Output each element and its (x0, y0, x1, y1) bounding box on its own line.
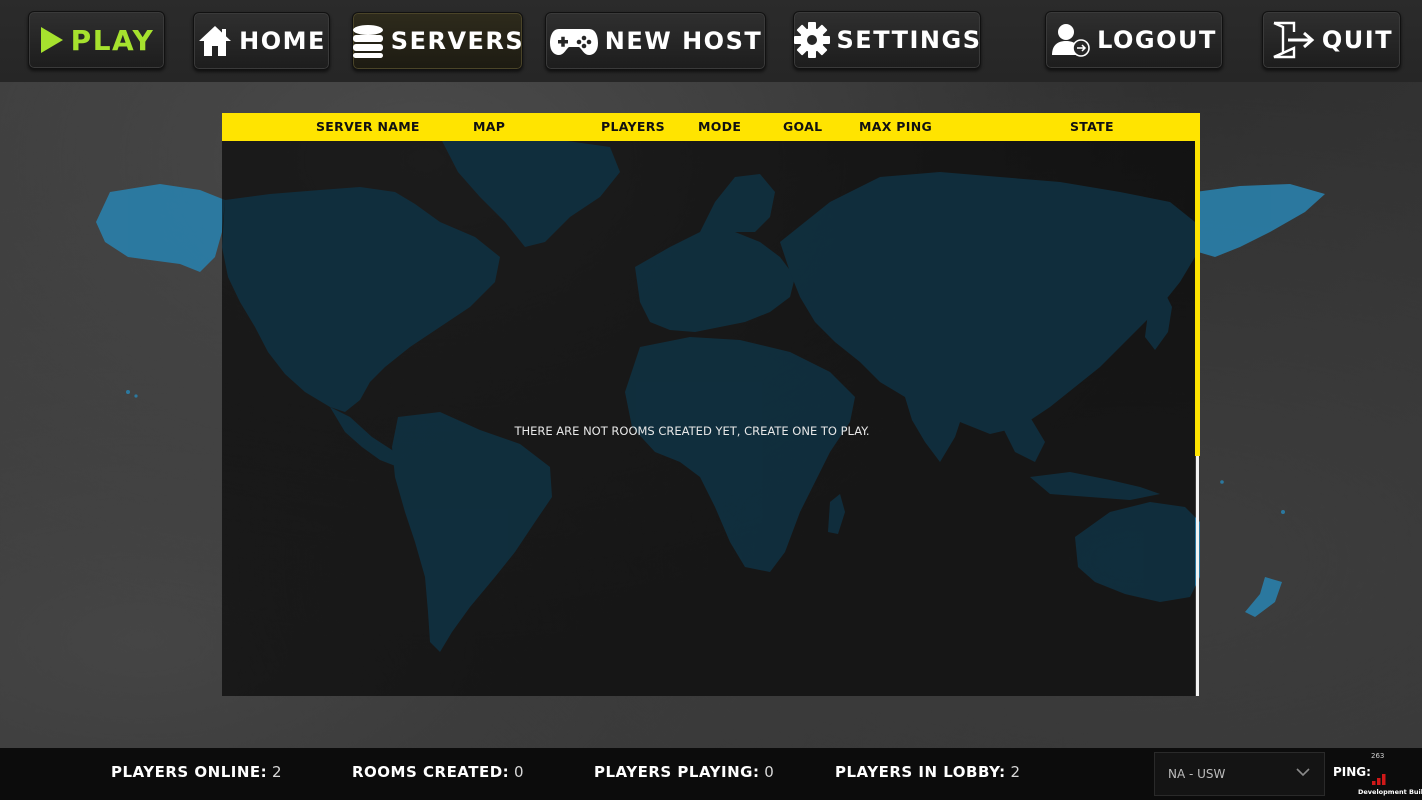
rooms-created-label: ROOMS CREATED: (352, 763, 510, 781)
play-label: PLAY (70, 23, 155, 57)
gear-icon (793, 21, 831, 59)
chevron-down-icon (1296, 766, 1310, 780)
house-icon (197, 24, 233, 58)
column-header-players[interactable]: PLAYERS (601, 119, 665, 134)
user-logout-icon (1051, 22, 1091, 58)
column-header-mode[interactable]: MODE (698, 119, 741, 134)
players-playing-stat: PLAYERS PLAYING: 0 (594, 763, 774, 781)
scrollbar-thumb[interactable] (1195, 141, 1200, 456)
scrollbar-track[interactable] (1196, 456, 1199, 696)
region-dropdown[interactable]: NA - USW (1154, 752, 1325, 796)
new-host-button[interactable]: NEW HOST (545, 12, 766, 70)
new-host-label: NEW HOST (604, 27, 763, 55)
quit-button[interactable]: QUIT (1262, 11, 1401, 69)
logout-label: LOGOUT (1097, 26, 1217, 54)
database-stack-icon (351, 23, 385, 59)
players-online-value: 2 (271, 763, 282, 781)
home-label: HOME (239, 27, 326, 55)
play-button[interactable]: PLAY (28, 11, 165, 69)
home-button[interactable]: HOME (193, 12, 330, 70)
server-list-header: SERVER NAME MAP PLAYERS MODE GOAL MAX PI… (222, 113, 1200, 141)
players-in-lobby-label: PLAYERS IN LOBBY: (835, 763, 1006, 781)
column-header-server-name[interactable]: SERVER NAME (316, 119, 420, 134)
top-nav-bar: PLAY HOME SERVERS NEW HOST SETTINGS LOGO… (0, 0, 1422, 82)
servers-button[interactable]: SERVERS (352, 12, 523, 70)
players-playing-value: 0 (764, 763, 774, 781)
settings-button[interactable]: SETTINGS (793, 11, 981, 69)
signal-bars-icon (1372, 770, 1390, 789)
empty-server-list-message: THERE ARE NOT ROOMS CREATED YET, CREATE … (514, 424, 870, 438)
ping-label: PING: (1333, 765, 1371, 779)
players-online-label: PLAYERS ONLINE: (111, 763, 268, 781)
column-header-max-ping[interactable]: MAX PING (859, 119, 932, 134)
server-list-panel: THERE ARE NOT ROOMS CREATED YET, CREATE … (222, 113, 1200, 696)
players-in-lobby-stat: PLAYERS IN LOBBY: 2 (835, 763, 1020, 781)
ping-value: 263 (1371, 752, 1385, 760)
column-header-map[interactable]: MAP (473, 119, 505, 134)
logout-button[interactable]: LOGOUT (1045, 11, 1223, 69)
column-header-goal[interactable]: GOAL (783, 119, 822, 134)
rooms-created-value: 0 (513, 763, 524, 781)
players-online-stat: PLAYERS ONLINE: 2 (111, 763, 281, 781)
gamepad-icon (549, 25, 599, 57)
settings-label: SETTINGS (836, 26, 982, 54)
players-playing-label: PLAYERS PLAYING: (594, 763, 760, 781)
servers-label: SERVERS (390, 27, 525, 55)
players-in-lobby-value: 2 (1010, 763, 1020, 781)
exit-door-icon (1270, 20, 1316, 60)
column-header-state[interactable]: STATE (1070, 119, 1114, 134)
quit-label: QUIT (1321, 26, 1394, 54)
play-triangle-icon (39, 25, 65, 55)
server-list-body: THERE ARE NOT ROOMS CREATED YET, CREATE … (222, 141, 1195, 696)
bottom-status-bar: PLAYERS ONLINE: 2 ROOMS CREATED: 0 PLAYE… (0, 748, 1422, 800)
region-selected-value: NA - USW (1168, 767, 1226, 781)
rooms-created-stat: ROOMS CREATED: 0 (352, 763, 524, 781)
development-build-label: Development Build (1358, 788, 1422, 796)
